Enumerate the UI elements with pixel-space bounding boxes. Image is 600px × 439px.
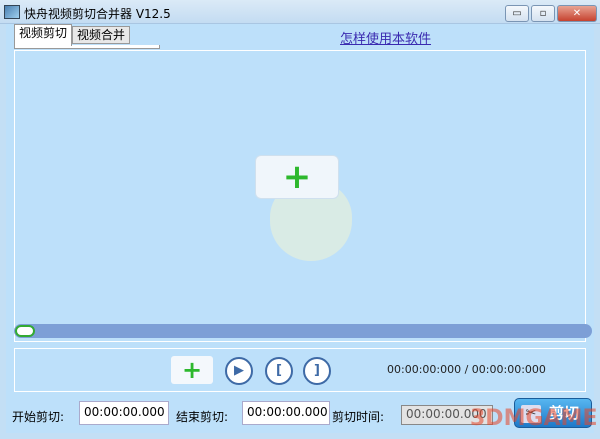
slider-thumb[interactable] <box>15 325 35 337</box>
help-link[interactable]: 怎样使用本软件 <box>340 28 431 47</box>
cut-duration-label: 剪切时间: <box>332 410 385 424</box>
close-button[interactable]: ✕ <box>557 5 597 22</box>
mark-out-button[interactable]: ] <box>303 357 331 385</box>
end-cut-input[interactable]: 00:00:00.000 <box>242 401 330 425</box>
title-bar: 快舟视频剪切合并器 V12.5 ▭ ▫ ✕ <box>0 0 600 24</box>
video-preview[interactable]: + <box>14 50 586 342</box>
time-position: 00:00:00:000 / 00:00:00:000 <box>387 363 546 376</box>
add-video-button[interactable]: + <box>255 155 339 199</box>
maximize-button[interactable]: ▫ <box>531 5 555 22</box>
tab-video-cut[interactable]: 视频剪切 <box>14 24 73 46</box>
start-cut-input[interactable]: 00:00:00.000 <box>79 401 169 425</box>
watermark: 3DMGAME <box>470 406 598 431</box>
plus-icon: + <box>282 157 312 197</box>
play-button[interactable]: ▶ <box>225 357 253 385</box>
window-title: 快舟视频剪切合并器 V12.5 <box>24 7 171 21</box>
main-panel: 视频剪切 视频合并 怎样使用本软件 + + ▶ [ ] 00:00:00:000… <box>6 24 594 433</box>
minimize-button[interactable]: ▭ <box>505 5 529 22</box>
progress-slider[interactable] <box>14 324 592 338</box>
plus-icon: + <box>181 356 203 384</box>
start-cut-label: 开始剪切: <box>12 410 65 424</box>
tab-video-merge[interactable]: 视频合并 <box>72 26 131 44</box>
mark-in-button[interactable]: [ <box>265 357 293 385</box>
app-icon <box>4 5 20 19</box>
control-panel: + ▶ [ ] 00:00:00:000 / 00:00:00:000 <box>14 348 586 392</box>
end-cut-label: 结束剪切: <box>176 410 229 424</box>
add-file-button[interactable]: + <box>171 356 213 384</box>
